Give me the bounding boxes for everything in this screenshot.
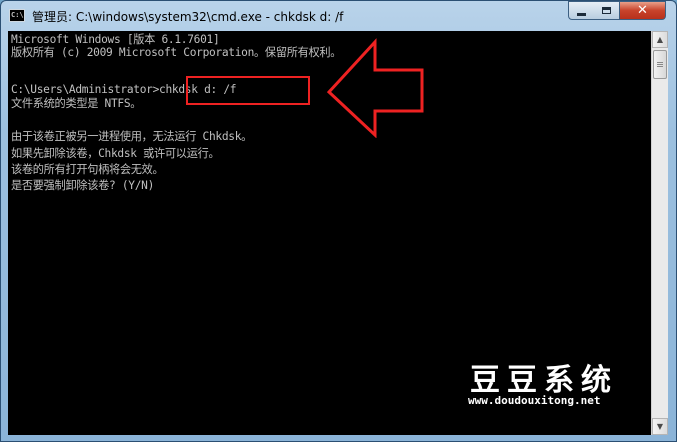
vertical-scrollbar[interactable]: ▲ ▼ (651, 31, 668, 435)
watermark-logo: 豆豆系统 (470, 363, 618, 398)
console-line: 如果先卸除该卷，Chkdsk 或许可以运行。 (11, 147, 220, 160)
thumb-grip (657, 62, 663, 63)
thumb-grip (657, 66, 663, 67)
arrow-left-icon (326, 38, 424, 138)
cmd-icon[interactable]: C:\ (9, 9, 25, 22)
scroll-up-button[interactable]: ▲ (652, 31, 668, 48)
console-prompt-line: 是否要强制卸除该卷? (Y/N) (11, 179, 155, 192)
thumb-grip (657, 64, 663, 65)
close-icon: ✕ (637, 3, 648, 18)
arrow-left-icon-shape (326, 38, 424, 138)
highlight-box (186, 76, 310, 105)
maximize-icon (602, 7, 611, 14)
window-title: 管理员: C:\windows\system32\cmd.exe - chkds… (32, 10, 344, 24)
console-line: 版权所有 (c) 2009 Microsoft Corporation。保留所有… (11, 46, 342, 59)
console-line: Microsoft Windows [版本 6.1.7601] (11, 33, 220, 46)
minimize-icon (577, 12, 586, 16)
close-button[interactable]: ✕ (620, 1, 666, 20)
console-line: 该卷的所有打开句柄将会无效。 (11, 163, 164, 176)
scroll-up-icon: ▲ (656, 35, 664, 44)
scroll-down-icon: ▼ (656, 422, 664, 431)
console-line: 文件系统的类型是 NTFS。 (11, 97, 142, 110)
scrollbar-thumb[interactable] (653, 50, 667, 79)
console-line: 由于该卷正被另一进程使用，无法运行 Chkdsk。 (11, 130, 253, 143)
minimize-button[interactable] (568, 1, 595, 20)
maximize-button[interactable] (594, 1, 620, 20)
watermark-url: www.doudouxitong.net (468, 394, 601, 407)
scroll-down-button[interactable]: ▼ (652, 418, 668, 435)
